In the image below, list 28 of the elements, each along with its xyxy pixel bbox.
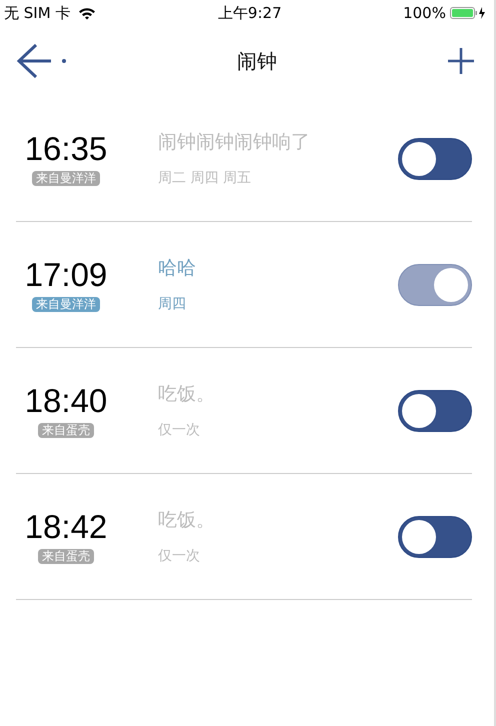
source-tag: 来自蛋壳: [38, 422, 94, 438]
alarm-time: 18:40: [24, 384, 108, 416]
alarm-label: 闹钟闹钟闹钟响了: [158, 130, 311, 155]
back-button[interactable]: [14, 41, 68, 81]
battery-percent: 100%: [403, 2, 446, 24]
alarm-time: 16:35: [24, 132, 108, 164]
source-tag: 来自曼洋洋: [32, 170, 100, 186]
toggle-switch[interactable]: [398, 516, 472, 558]
toggle-switch[interactable]: [398, 390, 472, 432]
repeat-days: 仅一次: [158, 546, 398, 568]
wifi-icon: [78, 6, 96, 20]
alarm-time: 17:09: [24, 258, 108, 290]
source-tag: 来自蛋壳: [38, 548, 94, 564]
add-button[interactable]: [446, 46, 476, 76]
source-tag: 来自曼洋洋: [32, 296, 100, 312]
alarm-label: 哈哈: [158, 256, 197, 281]
battery-charging-icon: [450, 6, 486, 20]
repeat-days: 周四: [158, 294, 398, 316]
alarm-label: 吃饭。: [158, 508, 216, 533]
page-title: 闹钟: [237, 48, 277, 75]
repeat-days: 周二 周四 周五: [158, 168, 398, 190]
carrier-text: 无 SIM 卡: [4, 2, 70, 24]
toggle-switch[interactable]: [398, 138, 472, 180]
repeat-days: 仅一次: [158, 420, 398, 442]
alarm-time: 18:42: [24, 510, 108, 542]
alarm-label: 吃饭。: [158, 382, 216, 407]
toggle-switch[interactable]: [398, 264, 472, 306]
status-time: 上午9:27: [218, 2, 282, 24]
